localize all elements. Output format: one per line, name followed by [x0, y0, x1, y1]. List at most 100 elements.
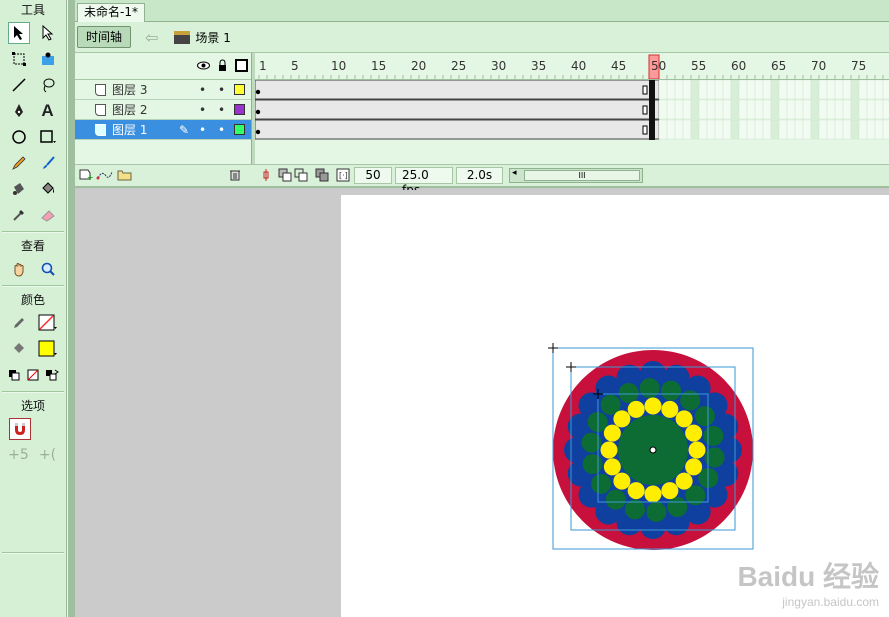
- empty-frame-cell: [834, 80, 844, 100]
- empty-frame-cell: [858, 80, 868, 100]
- onion-outlines-icon[interactable]: [294, 168, 308, 185]
- swap-colors-icon[interactable]: [43, 364, 62, 386]
- eraser-tool-icon[interactable]: [37, 204, 59, 226]
- ruler-label: 45: [611, 59, 626, 73]
- free-transform-tool-icon[interactable]: [8, 48, 30, 70]
- empty-frame-cell: [770, 119, 780, 140]
- visibility-dot[interactable]: •: [199, 124, 206, 136]
- transform-center-point: [649, 446, 657, 454]
- empty-frame-cell: [730, 80, 740, 100]
- fill-color-bucket-icon: [8, 338, 30, 360]
- frame-rate-display[interactable]: 25.0 fps: [395, 167, 453, 197]
- visibility-dot[interactable]: •: [199, 104, 206, 116]
- snap-magnet-icon[interactable]: [9, 418, 31, 440]
- eyedropper-tool-icon[interactable]: [8, 204, 30, 226]
- empty-frame-cell: [682, 99, 692, 120]
- yellow-dot: [688, 441, 706, 459]
- rectangle-tool-icon[interactable]: [37, 126, 59, 148]
- empty-frame-cell: [770, 80, 780, 100]
- yellow-dot: [685, 458, 703, 476]
- tools-panel: 工具 A 查看 颜色 选项 +5 +(: [0, 0, 67, 617]
- insert-folder-icon[interactable]: [117, 168, 132, 184]
- scroll-thumb[interactable]: III: [524, 170, 640, 181]
- fill-color-swatch[interactable]: [37, 338, 59, 360]
- zoom-tool-icon[interactable]: [37, 258, 59, 280]
- pencil-tool-icon[interactable]: [8, 152, 30, 174]
- edit-multiple-frames-icon[interactable]: [315, 168, 329, 185]
- layer-outline-color[interactable]: [234, 104, 245, 115]
- layer-outline-color[interactable]: [234, 84, 245, 95]
- ruler-label: 35: [531, 59, 546, 73]
- empty-frame-cell: [690, 99, 700, 120]
- empty-frame-cell: [810, 119, 820, 140]
- black-white-icon[interactable]: [4, 364, 23, 386]
- hand-tool-icon[interactable]: [8, 258, 30, 280]
- straighten-option-icon[interactable]: +(: [37, 444, 59, 466]
- empty-frame-cell: [786, 80, 796, 100]
- empty-frame-cell: [866, 80, 876, 100]
- frame-span: [255, 100, 659, 119]
- pen-tool-icon[interactable]: [8, 100, 30, 122]
- layer-name: 图层 2: [112, 103, 148, 117]
- yellow-dot: [603, 424, 621, 442]
- insert-layer-icon[interactable]: +: [79, 168, 94, 184]
- lock-dot[interactable]: •: [218, 104, 225, 116]
- scene-breadcrumb[interactable]: 场景 1: [174, 29, 231, 46]
- gradient-transform-tool-icon[interactable]: [37, 48, 59, 70]
- keyframe-dot: [255, 89, 261, 95]
- smooth-option-icon[interactable]: +5: [8, 444, 30, 466]
- artwork[interactable]: [341, 195, 889, 617]
- empty-frame-cell: [674, 119, 684, 140]
- no-color-icon[interactable]: [23, 364, 42, 386]
- timeline-toggle-button[interactable]: 时间轴: [77, 26, 132, 48]
- layer-row-2[interactable]: 图层 2 • •: [75, 100, 251, 120]
- layer-outline-color[interactable]: [234, 124, 245, 135]
- ruler-label: 70: [811, 59, 826, 73]
- oval-tool-icon[interactable]: [8, 126, 30, 148]
- modify-onion-markers-icon[interactable]: [·]: [336, 168, 350, 185]
- svg-text:[·]: [·]: [339, 171, 348, 180]
- scene-label: 场景 1: [195, 30, 231, 45]
- line-tool-icon[interactable]: [8, 74, 30, 96]
- center-frame-icon[interactable]: [261, 168, 271, 185]
- scroll-left-icon[interactable]: ◂: [512, 168, 517, 178]
- empty-frame-cell: [666, 99, 676, 120]
- stage-canvas[interactable]: Baidu 经验 jingyan.baidu.com: [341, 195, 889, 617]
- end-frame-marker: [642, 125, 648, 135]
- layer-row-3[interactable]: 图层 3 • •: [75, 80, 251, 100]
- paint-bucket-tool-icon[interactable]: [37, 178, 59, 200]
- eye-icon[interactable]: [197, 59, 210, 72]
- empty-frame-cell: [674, 99, 684, 120]
- keyframe-dot: [255, 129, 261, 135]
- visibility-dot[interactable]: •: [199, 84, 206, 96]
- layer-row-1[interactable]: 图层 1 ✎ • •: [75, 120, 251, 140]
- back-arrow-icon[interactable]: ⇦: [145, 28, 158, 47]
- ink-bottle-tool-icon[interactable]: [8, 178, 30, 200]
- empty-frame-cell: [802, 119, 812, 140]
- ruler-label: 10: [331, 59, 346, 73]
- subselection-tool-icon[interactable]: [37, 22, 59, 44]
- lasso-tool-icon[interactable]: [37, 74, 59, 96]
- lock-icon[interactable]: [216, 59, 229, 72]
- end-frame-marker: [642, 85, 648, 95]
- add-motion-guide-icon[interactable]: [96, 168, 114, 184]
- timeline-hscrollbar[interactable]: ◂ III: [509, 168, 643, 183]
- document-tab[interactable]: 未命名-1*: [77, 3, 145, 22]
- frame-ruler[interactable]: 1 5 10 15 20 25 30 35 40 45 50 55 60 65 70 75: [255, 53, 889, 80]
- lock-dot[interactable]: •: [218, 124, 225, 136]
- stroke-color-swatch[interactable]: [37, 312, 59, 334]
- layer-icon: [95, 83, 106, 96]
- selection-tool-icon[interactable]: [7, 22, 30, 44]
- lock-dot[interactable]: •: [218, 84, 225, 96]
- empty-frame-cell: [714, 99, 724, 120]
- tools-splitter[interactable]: [67, 0, 75, 617]
- brush-tool-icon[interactable]: [37, 152, 59, 174]
- scene-clapper-icon: [174, 30, 191, 44]
- delete-layer-icon[interactable]: [229, 168, 241, 184]
- frame-grid[interactable]: [255, 80, 889, 140]
- onion-skin-icon[interactable]: [278, 168, 292, 185]
- text-tool-icon[interactable]: A: [37, 100, 59, 122]
- empty-frame-cell: [666, 80, 676, 100]
- outline-icon[interactable]: [235, 59, 248, 72]
- empty-frame-cell: [874, 99, 884, 120]
